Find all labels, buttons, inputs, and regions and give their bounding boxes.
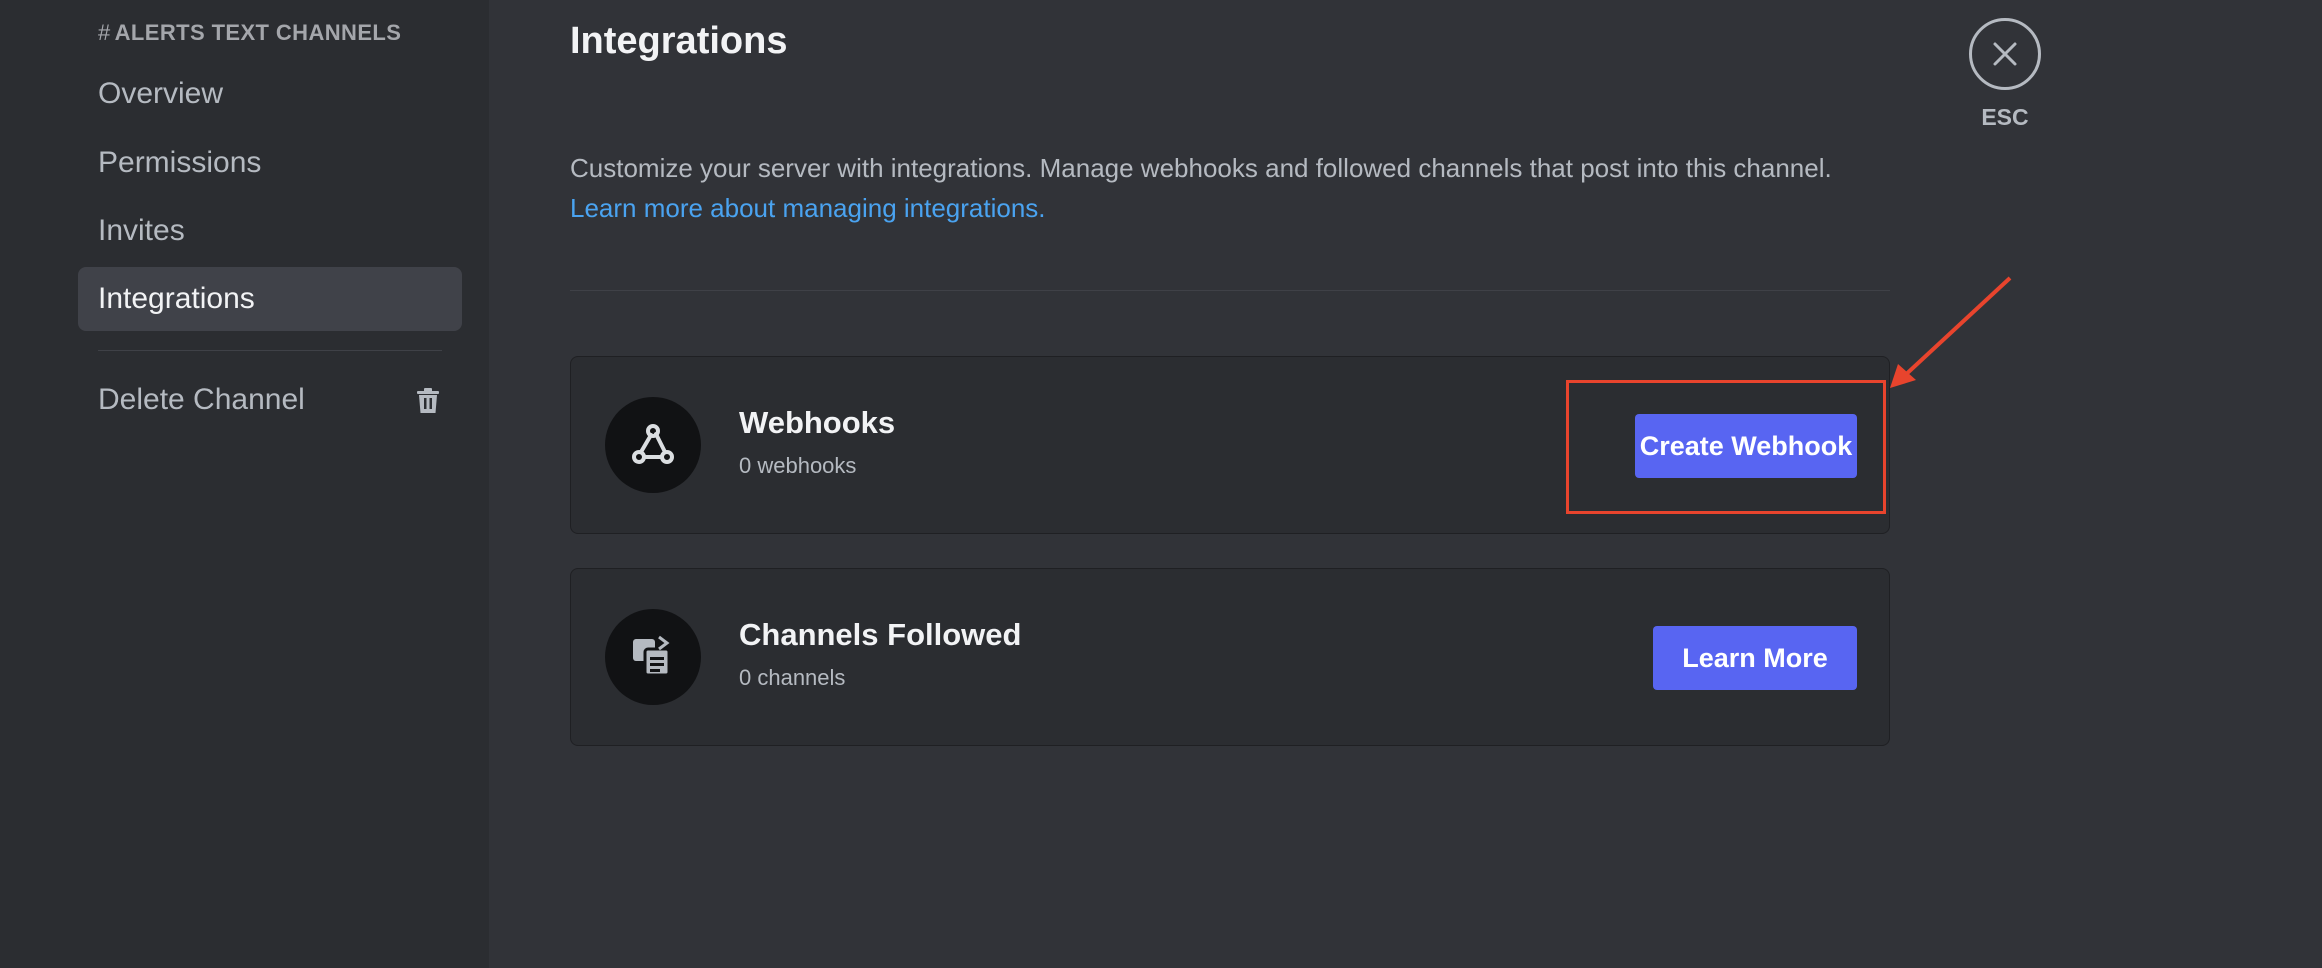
sidebar-header-suffix: TEXT CHANNELS	[211, 20, 402, 45]
annotation-arrow	[1890, 276, 2012, 388]
annotation-highlight-box	[1566, 380, 1886, 514]
close-button[interactable]	[1969, 18, 2041, 90]
channels-followed-card: Channels Followed 0 channels Learn More	[570, 568, 1890, 746]
settings-sidebar: # ALERTS TEXT CHANNELS Overview Permissio…	[0, 0, 489, 968]
trash-icon	[417, 388, 439, 413]
description-text: Customize your server with integrations.…	[570, 153, 1832, 183]
sidebar-item-label: Permissions	[98, 146, 262, 179]
webhook-icon	[605, 397, 701, 493]
card-subtitle: 0 webhooks	[739, 453, 857, 478]
integrations-description: Customize your server with integrations.…	[570, 148, 1900, 228]
page-title: Integrations	[570, 20, 788, 62]
sidebar-item-overview[interactable]: Overview	[78, 62, 462, 126]
esc-label: ESC	[1981, 104, 2029, 130]
close-icon	[1993, 42, 2017, 66]
sidebar-item-label: Delete Channel	[98, 383, 305, 416]
sidebar-item-permissions[interactable]: Permissions	[78, 131, 462, 195]
card-title: Channels Followed	[739, 617, 1022, 652]
sidebar-item-integrations[interactable]: Integrations	[78, 267, 462, 331]
learn-more-button[interactable]: Learn More	[1653, 626, 1857, 690]
card-subtitle: 0 channels	[739, 665, 846, 690]
sidebar-item-invites[interactable]: Invites	[78, 199, 462, 263]
hash-icon: #	[98, 20, 111, 45]
sidebar-item-label: Overview	[98, 77, 224, 110]
sidebar-header: # ALERTS TEXT CHANNELS	[98, 20, 401, 46]
learn-more-integrations-link[interactable]: Learn more about managing integrations.	[570, 188, 1900, 228]
section-divider	[570, 290, 1890, 291]
channel-settings-window: # ALERTS TEXT CHANNELS Overview Permissio…	[0, 0, 2322, 968]
sidebar-item-label: Integrations	[98, 282, 255, 315]
card-title: Webhooks	[739, 405, 896, 440]
sidebar-item-delete-channel[interactable]: Delete Channel	[78, 368, 462, 432]
channels-followed-icon	[605, 609, 701, 705]
sidebar-item-label: Invites	[98, 214, 185, 247]
sidebar-header-channel: ALERTS	[114, 20, 206, 45]
sidebar-divider	[98, 350, 442, 351]
